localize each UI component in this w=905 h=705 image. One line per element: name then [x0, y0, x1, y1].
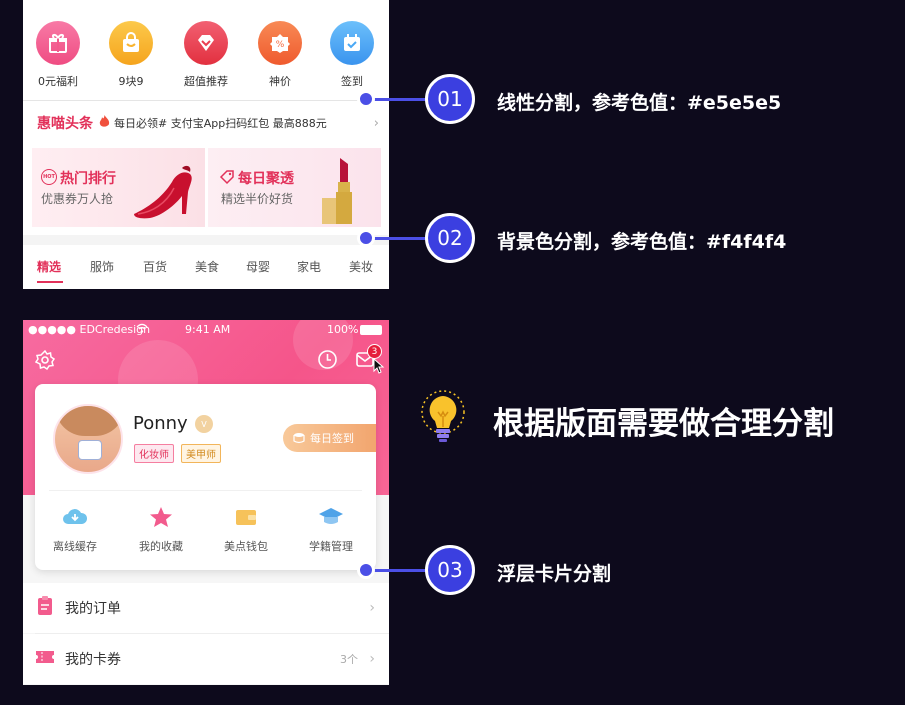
- red-high-heel-image: [134, 165, 192, 219]
- profile-tag: 化妆师: [134, 444, 174, 463]
- hot-ranking-card[interactable]: HOT 热门排行 优惠券万人抢: [32, 148, 205, 227]
- battery-icon: [360, 325, 382, 335]
- top-app-screenshot: 0元福利 9块9 超值推荐 % 神价 签到 惠喵头条 每日必领# 支付宝App扫…: [23, 0, 389, 289]
- tag-icon: [219, 169, 235, 189]
- chevron-right-icon: ›: [369, 651, 375, 667]
- sign-in-button[interactable]: 签到: [322, 21, 382, 89]
- checkin-label: 每日签到: [310, 432, 354, 445]
- bottom-app-screenshot: ●●●●● EDCredesign 9:41 AM 100% 3 Ponny V…: [23, 320, 389, 685]
- active-tab-indicator: [37, 281, 63, 283]
- coin-stack-icon: [293, 429, 305, 448]
- coupon-count: 3个: [340, 653, 358, 666]
- offline-cache-button[interactable]: 离线缓存: [35, 506, 115, 554]
- wallet-icon: [234, 510, 258, 532]
- list-label: 我的订单: [65, 601, 121, 617]
- divider-line: [49, 490, 362, 491]
- profile-name: Ponny: [133, 413, 188, 434]
- cloud-download-icon: [62, 509, 88, 532]
- status-carrier: ●●●●● EDCredesign: [28, 323, 151, 336]
- category-tabs: 精选 服饰 百货 美食 母婴 家电 美妆: [23, 248, 389, 286]
- tab-general-goods[interactable]: 百货: [143, 258, 167, 275]
- card-title: 每日聚透: [238, 171, 294, 187]
- gift-icon: [36, 21, 80, 65]
- my-coupons-row[interactable]: 我的卡券 3个 ›: [23, 634, 389, 684]
- vip-level-icon: V: [195, 415, 213, 433]
- callout-badge: 03: [425, 545, 475, 595]
- quick-action-label: 我的收藏: [139, 540, 183, 553]
- diamond-icon: [184, 21, 228, 65]
- card-title: 热门排行: [60, 171, 116, 187]
- icon-label: 神价: [269, 75, 291, 88]
- lipstick-image: [322, 158, 352, 224]
- list-label: 我的卡券: [65, 652, 121, 668]
- my-favorites-button[interactable]: 我的收藏: [121, 506, 201, 554]
- my-orders-row[interactable]: 我的订单 ›: [23, 583, 389, 633]
- callout-dot: [357, 229, 375, 247]
- card-subtitle: 优惠券万人抢: [41, 192, 114, 206]
- clock-icon[interactable]: [317, 349, 338, 374]
- divider-line: [23, 100, 389, 101]
- graduation-cap-icon: [318, 508, 344, 532]
- chevron-right-icon: ›: [369, 600, 375, 616]
- tab-beauty[interactable]: 美妆: [349, 258, 373, 275]
- card-subtitle: 精选半价好货: [221, 192, 294, 206]
- avatar-hair: [55, 406, 121, 436]
- calendar-check-icon: [330, 21, 374, 65]
- callout-text: 背景色分割，参考色值：#f4f4f4: [497, 231, 787, 253]
- callout-badge: 02: [425, 213, 475, 263]
- notification-badge: 3: [367, 344, 382, 359]
- callout-dot: [357, 561, 375, 579]
- daily-checkin-button[interactable]: 每日签到: [283, 424, 376, 452]
- callout-text: 浮层卡片分割: [497, 563, 612, 585]
- nine-nine-button[interactable]: 9块9: [101, 21, 161, 89]
- discount-tag-icon: %: [258, 21, 302, 65]
- callout-dot: [357, 90, 375, 108]
- icon-label: 签到: [341, 75, 363, 88]
- star-icon: [149, 507, 173, 532]
- wallet-button[interactable]: 美点钱包: [206, 506, 286, 554]
- quick-action-label: 美点钱包: [224, 540, 268, 553]
- daily-picks-card[interactable]: 每日聚透 精选半价好货: [208, 148, 381, 227]
- student-management-button[interactable]: 学籍管理: [291, 506, 371, 554]
- status-time: 9:41 AM: [185, 323, 231, 336]
- tab-appliances[interactable]: 家电: [297, 258, 321, 275]
- headline: 根据版面需要做合理分割: [493, 406, 834, 442]
- tab-clothing[interactable]: 服饰: [90, 258, 114, 275]
- flame-icon: [99, 114, 110, 132]
- shopping-bag-icon: [109, 21, 153, 65]
- tab-mother-baby[interactable]: 母婴: [246, 258, 270, 275]
- order-icon: [35, 596, 55, 620]
- icon-label: 超值推荐: [184, 75, 228, 88]
- profile-floating-card: Ponny V 化妆师 美甲师 每日签到 离线缓存 我的收藏 美点钱包 学籍管理: [35, 384, 376, 570]
- callout-text: 线性分割，参考色值：#e5e5e5: [497, 92, 782, 114]
- quick-action-label: 学籍管理: [309, 540, 353, 553]
- zero-yuan-welfare-button[interactable]: 0元福利: [28, 21, 88, 89]
- avatar-sign: [78, 440, 102, 460]
- settings-gear-icon[interactable]: [34, 349, 56, 374]
- status-battery: 100%: [327, 323, 359, 336]
- background-divider-band: [23, 235, 389, 245]
- lightbulb-icon: [418, 390, 468, 450]
- value-recommend-button[interactable]: 超值推荐: [176, 21, 236, 89]
- tab-food[interactable]: 美食: [195, 258, 219, 275]
- mouse-cursor-icon: [373, 357, 385, 378]
- icon-label: 9块9: [118, 75, 144, 88]
- wifi-icon: [136, 323, 148, 336]
- hot-badge-icon: HOT: [41, 169, 57, 185]
- chevron-right-icon: ›: [373, 115, 379, 131]
- news-ticker[interactable]: 惠喵头条 每日必领# 支付宝App扫码红包 最高888元 ›: [23, 110, 389, 136]
- profile-tag: 美甲师: [181, 444, 221, 463]
- ticket-icon: [35, 649, 55, 669]
- callout-badge: 01: [425, 74, 475, 124]
- avatar[interactable]: [53, 404, 123, 474]
- quick-action-label: 离线缓存: [53, 540, 97, 553]
- tab-selected[interactable]: 精选: [37, 258, 61, 275]
- news-brand: 惠喵头条: [37, 116, 93, 132]
- icon-label: 0元福利: [38, 75, 78, 88]
- god-price-button[interactable]: % 神价: [250, 21, 310, 89]
- news-text: 每日必领# 支付宝App扫码红包 最高888元: [114, 117, 327, 130]
- svg-text:%: %: [276, 40, 285, 50]
